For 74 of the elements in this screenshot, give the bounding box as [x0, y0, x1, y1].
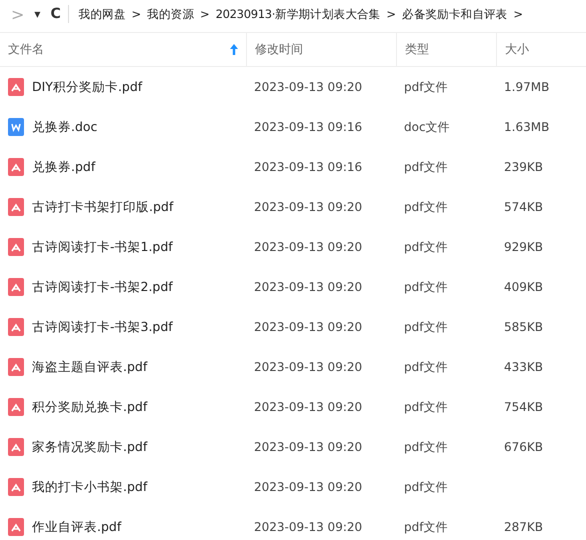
- pdf-file-icon: [8, 158, 24, 176]
- modified-time: 2023-09-13 09:20: [254, 400, 362, 414]
- pdf-file-icon: [8, 238, 24, 256]
- pdf-file-icon: [8, 78, 24, 96]
- file-name[interactable]: 积分奖励兑换卡.pdf: [32, 398, 148, 416]
- breadcrumb-link[interactable]: 我的网盘: [76, 6, 128, 22]
- file-size: 929KB: [504, 240, 544, 254]
- file-type: pdf文件: [404, 278, 448, 296]
- modified-time: 2023-09-13 09:20: [254, 440, 362, 454]
- file-size: 676KB: [504, 440, 544, 454]
- breadcrumb-separator: >: [385, 7, 398, 21]
- breadcrumb-separator: >: [512, 7, 524, 21]
- modified-time: 2023-09-13 09:20: [254, 480, 362, 494]
- pdf-file-icon: [8, 278, 24, 296]
- pdf-file-icon: [8, 398, 24, 416]
- file-name[interactable]: 兑换券.doc: [32, 118, 98, 136]
- modified-time: 2023-09-13 09:20: [254, 320, 362, 334]
- file-type: pdf文件: [404, 238, 448, 256]
- file-name[interactable]: 古诗阅读打卡-书架2.pdf: [32, 278, 173, 296]
- dropdown-button[interactable]: ▾: [29, 7, 46, 21]
- column-header[interactable]: 文件名: [0, 32, 246, 67]
- file-type: pdf文件: [404, 398, 448, 416]
- file-type: pdf文件: [404, 438, 448, 456]
- file-type: pdf文件: [404, 518, 448, 536]
- file-size: 287KB: [504, 520, 544, 534]
- column-header[interactable]: 类型: [396, 32, 496, 67]
- file-size: 239KB: [504, 160, 544, 174]
- file-type: doc文件: [404, 118, 450, 136]
- modified-time: 2023-09-13 09:20: [254, 240, 362, 254]
- file-type: pdf文件: [404, 78, 448, 96]
- pdf-file-icon: [8, 198, 24, 216]
- file-name[interactable]: 海盗主题自评表.pdf: [32, 358, 148, 376]
- file-name[interactable]: 古诗阅读打卡-书架1.pdf: [32, 238, 173, 256]
- pdf-file-icon: [8, 518, 24, 536]
- modified-time: 2023-09-13 09:20: [254, 280, 362, 294]
- modified-time: 2023-09-13 09:20: [254, 80, 362, 94]
- file-type: pdf文件: [404, 318, 448, 336]
- file-name[interactable]: 作业自评表.pdf: [32, 518, 122, 536]
- pdf-file-icon: [8, 318, 24, 336]
- file-size: 754KB: [504, 400, 544, 414]
- refresh-button[interactable]: C: [45, 6, 66, 22]
- modified-time: 2023-09-13 09:16: [254, 120, 362, 134]
- file-name[interactable]: 我的打卡小书架.pdf: [32, 478, 148, 496]
- breadcrumb-separator: >: [198, 7, 211, 21]
- file-name[interactable]: 兑换券.pdf: [32, 158, 96, 176]
- sort-ascending-icon: [230, 44, 238, 55]
- pdf-file-icon: [8, 438, 24, 456]
- column-header[interactable]: 大小: [496, 32, 586, 67]
- file-size: 574KB: [504, 200, 544, 214]
- column-header[interactable]: 修改时间: [246, 32, 396, 67]
- breadcrumb-link[interactable]: 我的资源: [145, 6, 196, 22]
- file-name[interactable]: 古诗阅读打卡-书架3.pdf: [32, 318, 173, 336]
- file-name[interactable]: 古诗打卡书架打印版.pdf: [32, 198, 174, 216]
- file-type: pdf文件: [404, 198, 448, 216]
- breadcrumb-separator: >: [130, 7, 142, 21]
- file-size: 433KB: [504, 360, 544, 374]
- file-name[interactable]: 家务情况奖励卡.pdf: [32, 438, 148, 456]
- modified-time: 2023-09-13 09:20: [254, 360, 362, 374]
- file-name[interactable]: DIY积分奖励卡.pdf: [32, 78, 142, 96]
- modified-time: 2023-09-13 09:20: [254, 200, 362, 214]
- file-type: pdf文件: [404, 158, 448, 176]
- file-type: pdf文件: [404, 478, 448, 496]
- word-file-icon: [8, 118, 24, 136]
- file-size: 1.97MB: [504, 80, 550, 94]
- file-size: 1.63MB: [504, 120, 550, 134]
- modified-time: 2023-09-13 09:20: [254, 520, 362, 534]
- breadcrumb-link[interactable]: 必备奖励卡和自评表: [400, 6, 510, 22]
- pdf-file-icon: [8, 358, 24, 376]
- modified-time: 2023-09-13 09:16: [254, 160, 362, 174]
- file-type: pdf文件: [404, 358, 448, 376]
- file-size: 585KB: [504, 320, 544, 334]
- pdf-file-icon: [8, 478, 24, 496]
- breadcrumb-link[interactable]: 20230913·新学期计划表大合集: [214, 6, 382, 22]
- file-size: 409KB: [504, 280, 544, 294]
